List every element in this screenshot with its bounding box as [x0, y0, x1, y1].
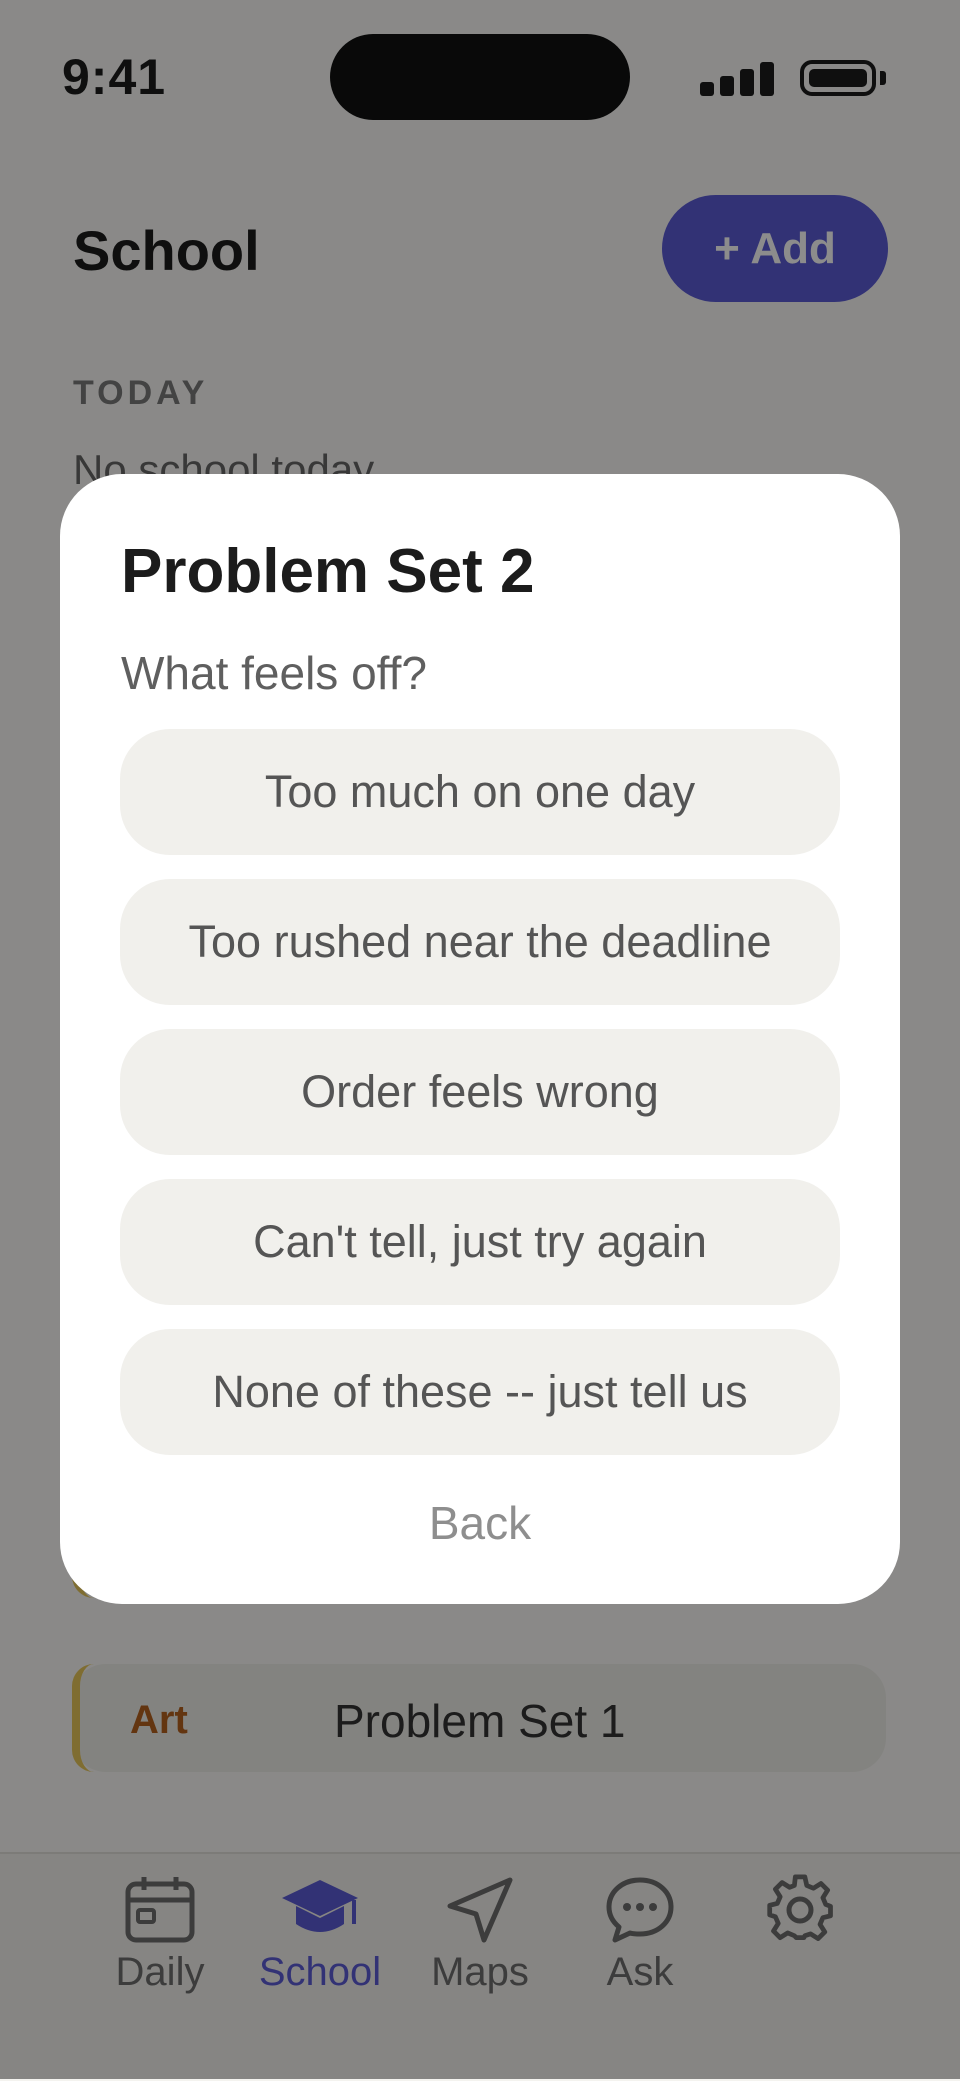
back-button[interactable]: Back	[60, 1496, 900, 1550]
option-none-of-these[interactable]: None of these -- just tell us	[120, 1329, 840, 1455]
option-too-much-on-one-day[interactable]: Too much on one day	[120, 729, 840, 855]
option-try-again[interactable]: Can't tell, just try again	[120, 1179, 840, 1305]
option-too-rushed[interactable]: Too rushed near the deadline	[120, 879, 840, 1005]
modal-prompt: What feels off?	[121, 647, 427, 699]
feedback-modal: Problem Set 2 What feels off? Too much o…	[60, 474, 900, 1604]
option-order-wrong[interactable]: Order feels wrong	[120, 1029, 840, 1155]
modal-title: Problem Set 2	[121, 537, 535, 606]
